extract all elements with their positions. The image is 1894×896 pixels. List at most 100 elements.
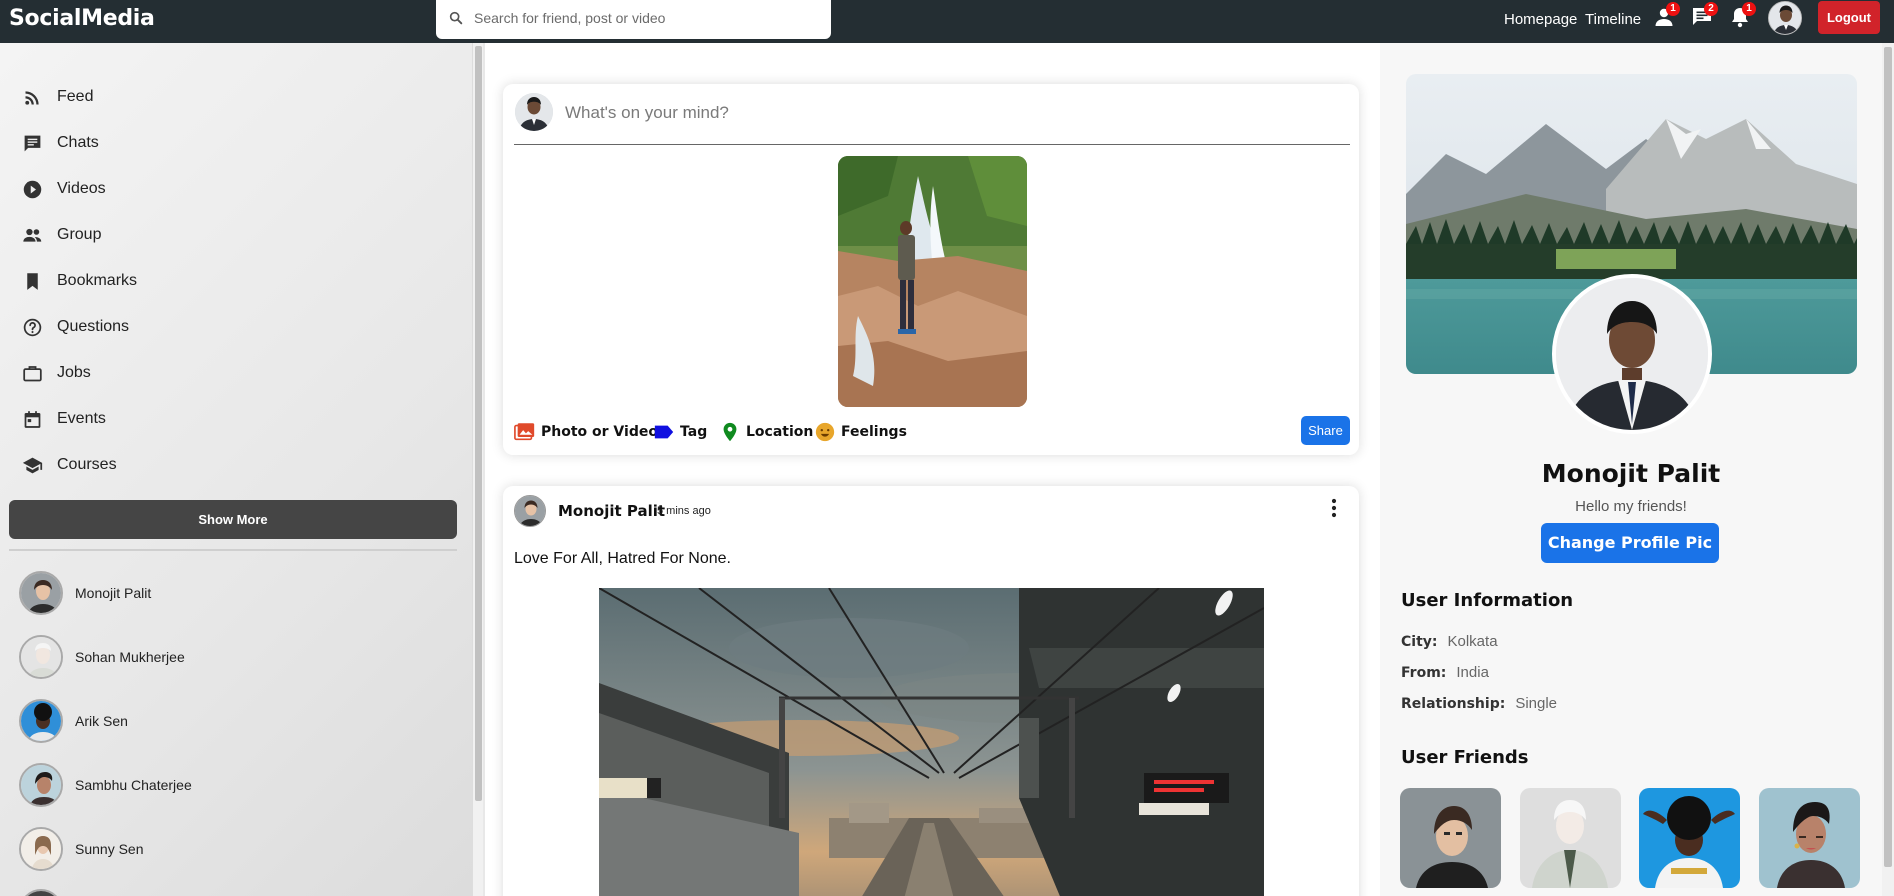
calendar-icon xyxy=(24,410,41,428)
post-author-avatar[interactable] xyxy=(514,495,546,527)
sidebar-item-label: Videos xyxy=(57,180,106,197)
search-box[interactable]: Search for friend, post or video xyxy=(436,0,831,39)
friend-avatar xyxy=(19,763,63,807)
upload-preview-image xyxy=(838,156,1027,407)
friend-photo-tile[interactable] xyxy=(1400,788,1501,888)
group-icon xyxy=(23,228,42,242)
timeline-link[interactable]: Timeline xyxy=(1585,11,1641,28)
briefcase-icon xyxy=(23,365,42,381)
sidebar-item-label: Bookmarks xyxy=(57,272,138,289)
from-label: From: xyxy=(1401,665,1447,681)
friend-list-item[interactable]: Arik Sen xyxy=(19,699,439,745)
sidebar-item-feed[interactable]: Feed xyxy=(22,83,93,111)
relationship-value: Single xyxy=(1515,695,1558,712)
post-timestamp: 5 mins ago xyxy=(657,505,711,517)
sidebar-item-chats[interactable]: Chats xyxy=(22,129,99,157)
sidebar-item-videos[interactable]: Videos xyxy=(22,175,106,203)
left-sidebar: Feed Chats Videos Group Bookmarks Questi… xyxy=(0,43,472,896)
sidebar-item-group[interactable]: Group xyxy=(22,221,101,249)
sidebar-item-bookmarks[interactable]: Bookmarks xyxy=(22,267,137,295)
app-logo[interactable]: SocialMedia xyxy=(9,6,155,31)
feelings-label: Feelings xyxy=(841,424,907,440)
right-scrollbar[interactable] xyxy=(1882,43,1894,896)
post-text: Love For All, Hatred For None. xyxy=(514,550,731,567)
friend-name: Arik Sen xyxy=(75,713,128,729)
profile-bio: Hello my friends! xyxy=(1575,498,1687,515)
friend-name: Sohan Mukherjee xyxy=(75,649,185,665)
photo-library-icon xyxy=(514,423,535,441)
post-author-name[interactable]: Monojit Palit xyxy=(558,502,665,520)
friend-list-item[interactable]: Monojit Palit xyxy=(19,571,439,617)
city-value: Kolkata xyxy=(1447,633,1498,650)
left-scrollbar[interactable] xyxy=(472,43,483,896)
share-button[interactable]: Share xyxy=(1301,416,1350,445)
feelings-option[interactable]: Feelings xyxy=(814,421,907,443)
profile-name: Monojit Palit xyxy=(1541,459,1721,488)
user-information-heading: User Information xyxy=(1401,590,1574,611)
logout-button[interactable]: Logout xyxy=(1818,1,1880,34)
emoji-smile-icon xyxy=(815,422,835,442)
sidebar-item-label: Chats xyxy=(57,134,99,151)
location-label: Location xyxy=(746,424,814,440)
search-input[interactable]: Search for friend, post or video xyxy=(474,10,665,26)
right-scrollbar-thumb[interactable] xyxy=(1884,47,1892,867)
school-icon xyxy=(22,457,43,473)
left-scrollbar-thumb[interactable] xyxy=(475,46,482,801)
share-avatar xyxy=(515,93,553,131)
friend-avatar xyxy=(19,699,63,743)
friend-name: Monojit Palit xyxy=(75,585,152,601)
user-avatar[interactable] xyxy=(1768,1,1802,35)
sidebar-item-questions[interactable]: Questions xyxy=(22,313,129,341)
friend-photo-tile[interactable] xyxy=(1639,788,1740,888)
location-pin-icon xyxy=(723,422,737,442)
friend-list-item[interactable] xyxy=(19,889,439,896)
friend-list-item[interactable]: Sambhu Chaterjee xyxy=(19,763,439,809)
more-vert-icon[interactable] xyxy=(1330,498,1338,518)
change-profile-pic-button[interactable]: Change Profile Pic xyxy=(1541,523,1719,563)
homepage-link[interactable]: Homepage xyxy=(1504,11,1577,28)
info-row-from: From: India xyxy=(1401,664,1489,681)
feed-left-border xyxy=(483,43,485,896)
friend-requests-badge: 1 xyxy=(1666,2,1680,16)
messages-badge: 2 xyxy=(1704,2,1718,16)
location-option[interactable]: Location xyxy=(719,421,813,443)
photo-video-option[interactable]: Photo or Video xyxy=(514,421,658,443)
sidebar-item-jobs[interactable]: Jobs xyxy=(22,359,91,387)
tag-label: Tag xyxy=(680,424,708,440)
user-friends-heading: User Friends xyxy=(1401,747,1529,768)
sidebar-item-events[interactable]: Events xyxy=(22,405,106,433)
profile-picture[interactable] xyxy=(1552,274,1712,434)
from-value: India xyxy=(1456,664,1489,681)
photo-video-label: Photo or Video xyxy=(541,424,658,440)
relationship-label: Relationship: xyxy=(1401,696,1506,712)
friend-photo-tile[interactable] xyxy=(1520,788,1621,888)
rss-icon xyxy=(25,90,39,105)
show-more-button[interactable]: Show More xyxy=(9,500,457,539)
sidebar-item-courses[interactable]: Courses xyxy=(22,451,117,479)
notifications-button[interactable]: 1 xyxy=(1728,2,1756,29)
chat-icon xyxy=(24,135,41,151)
sidebar-item-label: Questions xyxy=(57,318,130,335)
messages-button[interactable]: 2 xyxy=(1690,2,1718,29)
search-icon xyxy=(449,11,463,25)
tag-option[interactable]: Tag xyxy=(653,421,707,443)
help-circle-icon xyxy=(23,318,42,336)
post-card: Monojit Palit 5 mins ago Love For All, H… xyxy=(503,486,1359,896)
share-card: What's on your mind? Photo or Video Tag … xyxy=(503,84,1359,455)
status-input-underline xyxy=(514,144,1350,145)
info-row-relationship: Relationship: Single xyxy=(1401,695,1557,712)
bookmark-icon xyxy=(27,272,38,290)
play-circle-icon xyxy=(23,180,42,198)
friend-list-item[interactable]: Sohan Mukherjee xyxy=(19,635,439,681)
friend-name: Sunny Sen xyxy=(75,841,144,857)
friend-requests-button[interactable]: 1 xyxy=(1652,2,1680,29)
friend-photo-tile[interactable] xyxy=(1759,788,1860,888)
status-input[interactable]: What's on your mind? xyxy=(565,103,729,123)
sidebar-item-label: Jobs xyxy=(57,364,91,381)
right-sidebar: Monojit Palit Hello my friends! Change P… xyxy=(1380,43,1894,896)
sidebar-item-label: Group xyxy=(57,226,102,243)
friend-avatar xyxy=(19,571,63,615)
info-row-city: City: Kolkata xyxy=(1401,633,1498,650)
friend-list-item[interactable]: Sunny Sen xyxy=(19,827,439,873)
city-label: City: xyxy=(1401,634,1438,650)
